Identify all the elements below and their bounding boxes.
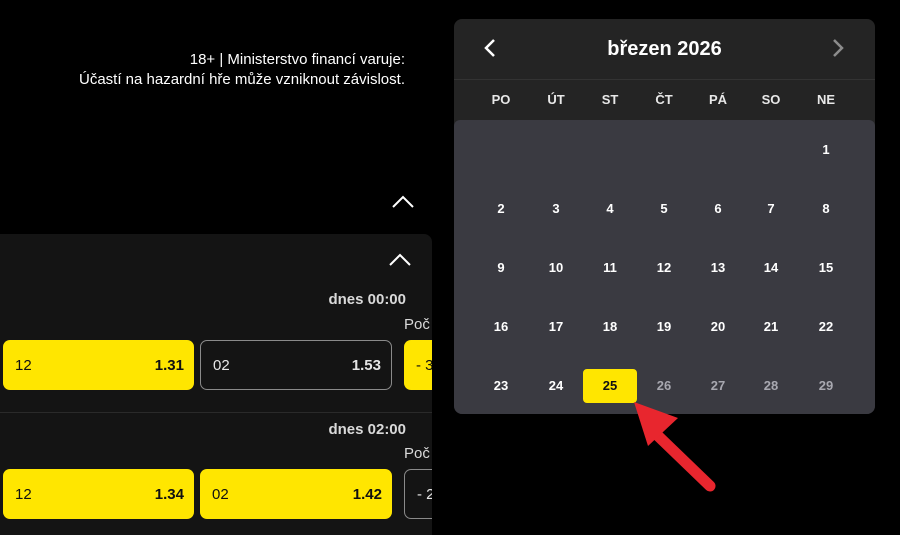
warning-line-1: 18+ | Ministerstvo financí varuje: xyxy=(189,51,405,68)
calendar-day[interactable]: 3 xyxy=(529,195,583,223)
weekday-label: SO xyxy=(761,92,781,107)
odds-label: 12 xyxy=(15,356,32,374)
calendar-month-title: březen 2026 xyxy=(607,37,722,60)
calendar-day[interactable]: 14 xyxy=(744,254,798,282)
odds-label: - 2 xyxy=(417,485,432,503)
odds-button[interactable]: - 3 xyxy=(404,340,432,390)
odds-value: 1.31 xyxy=(154,356,184,374)
divider xyxy=(0,412,432,413)
odds-value: 1.42 xyxy=(352,485,382,503)
red-pointer-arrow-icon xyxy=(634,402,716,492)
calendar-day[interactable]: 27 xyxy=(691,372,745,400)
calendar-day[interactable]: 15 xyxy=(799,254,853,282)
calendar-day[interactable]: 11 xyxy=(583,254,637,282)
odds-label: - 3 xyxy=(416,356,432,374)
calendar-day[interactable]: 10 xyxy=(529,254,583,282)
calendar-day[interactable]: 28 xyxy=(744,372,798,400)
odds-button[interactable]: 12 1.34 xyxy=(3,469,194,519)
match-time: dnes 00:00 xyxy=(328,291,406,308)
odds-button[interactable]: 02 1.42 xyxy=(200,469,392,519)
calendar-day[interactable]: 29 xyxy=(799,372,853,400)
weekday-label: PÁ xyxy=(708,92,728,107)
match-time: dnes 02:00 xyxy=(328,421,406,438)
calendar-day[interactable]: 6 xyxy=(691,195,745,223)
calendar-day[interactable]: 9 xyxy=(474,254,528,282)
weekday-label: ČT xyxy=(655,92,673,107)
gambling-warning: 18+ | Ministerstvo financí varuje: Účast… xyxy=(40,50,405,90)
calendar-day[interactable]: 8 xyxy=(799,195,853,223)
odds-label: 02 xyxy=(213,356,230,374)
odds-label: 02 xyxy=(212,485,229,503)
collapse-chevron-up-icon[interactable] xyxy=(390,193,416,211)
date-picker: březen 2026 PO ÚT ST ČT PÁ SO NE 1 2 3 4 5 6 7 8 9 10 11… xyxy=(454,19,875,414)
chevron-right-icon[interactable] xyxy=(826,35,850,61)
calendar-day[interactable]: 1 xyxy=(799,136,853,164)
matches-panel: dnes 00:00 Poč 12 1.31 02 1.53 - 3 dnes … xyxy=(0,234,432,535)
calendar-day[interactable]: 2 xyxy=(474,195,528,223)
calendar-day[interactable]: 5 xyxy=(637,195,691,223)
odds-value: 1.34 xyxy=(154,485,184,503)
calendar-day[interactable]: 19 xyxy=(637,313,691,341)
weekday-label: ST xyxy=(601,92,619,107)
odds-value: 1.53 xyxy=(351,356,381,374)
calendar-days-grid: 1 2 3 4 5 6 7 8 9 10 11 12 13 14 15 16 17 18 19 20 21 22 23 24 2… xyxy=(454,120,875,414)
calendar-day[interactable]: 12 xyxy=(637,254,691,282)
calendar-day[interactable]: 16 xyxy=(474,313,528,341)
calendar-day[interactable]: 7 xyxy=(744,195,798,223)
calendar-day[interactable]: 24 xyxy=(529,372,583,400)
calendar-day[interactable]: 4 xyxy=(583,195,637,223)
calendar-day[interactable]: 21 xyxy=(744,313,798,341)
calendar-header: březen 2026 xyxy=(454,19,875,79)
calendar-day[interactable]: 20 xyxy=(691,313,745,341)
count-label: Poč xyxy=(404,445,430,462)
calendar-day[interactable]: 22 xyxy=(799,313,853,341)
calendar-day[interactable]: 17 xyxy=(529,313,583,341)
calendar-day[interactable]: 23 xyxy=(474,372,528,400)
odds-button[interactable]: 12 1.31 xyxy=(3,340,194,390)
weekday-label: NE xyxy=(816,92,836,107)
calendar-day[interactable]: 18 xyxy=(583,313,637,341)
calendar-day[interactable]: 26 xyxy=(637,372,691,400)
count-label: Poč xyxy=(404,316,430,333)
calendar-day[interactable]: 13 xyxy=(691,254,745,282)
odds-button[interactable]: 02 1.53 xyxy=(200,340,392,390)
chevron-left-icon[interactable] xyxy=(478,35,502,61)
weekday-label: ÚT xyxy=(547,92,565,107)
weekday-header: PO ÚT ST ČT PÁ SO NE xyxy=(454,79,875,120)
warning-line-2: Účastí na hazardní hře může vzniknout zá… xyxy=(79,71,405,88)
odds-label: 12 xyxy=(15,485,32,503)
panel-chevron-up-icon[interactable] xyxy=(387,251,413,269)
odds-button[interactable]: - 2 xyxy=(404,469,432,519)
weekday-label: PO xyxy=(491,92,511,107)
